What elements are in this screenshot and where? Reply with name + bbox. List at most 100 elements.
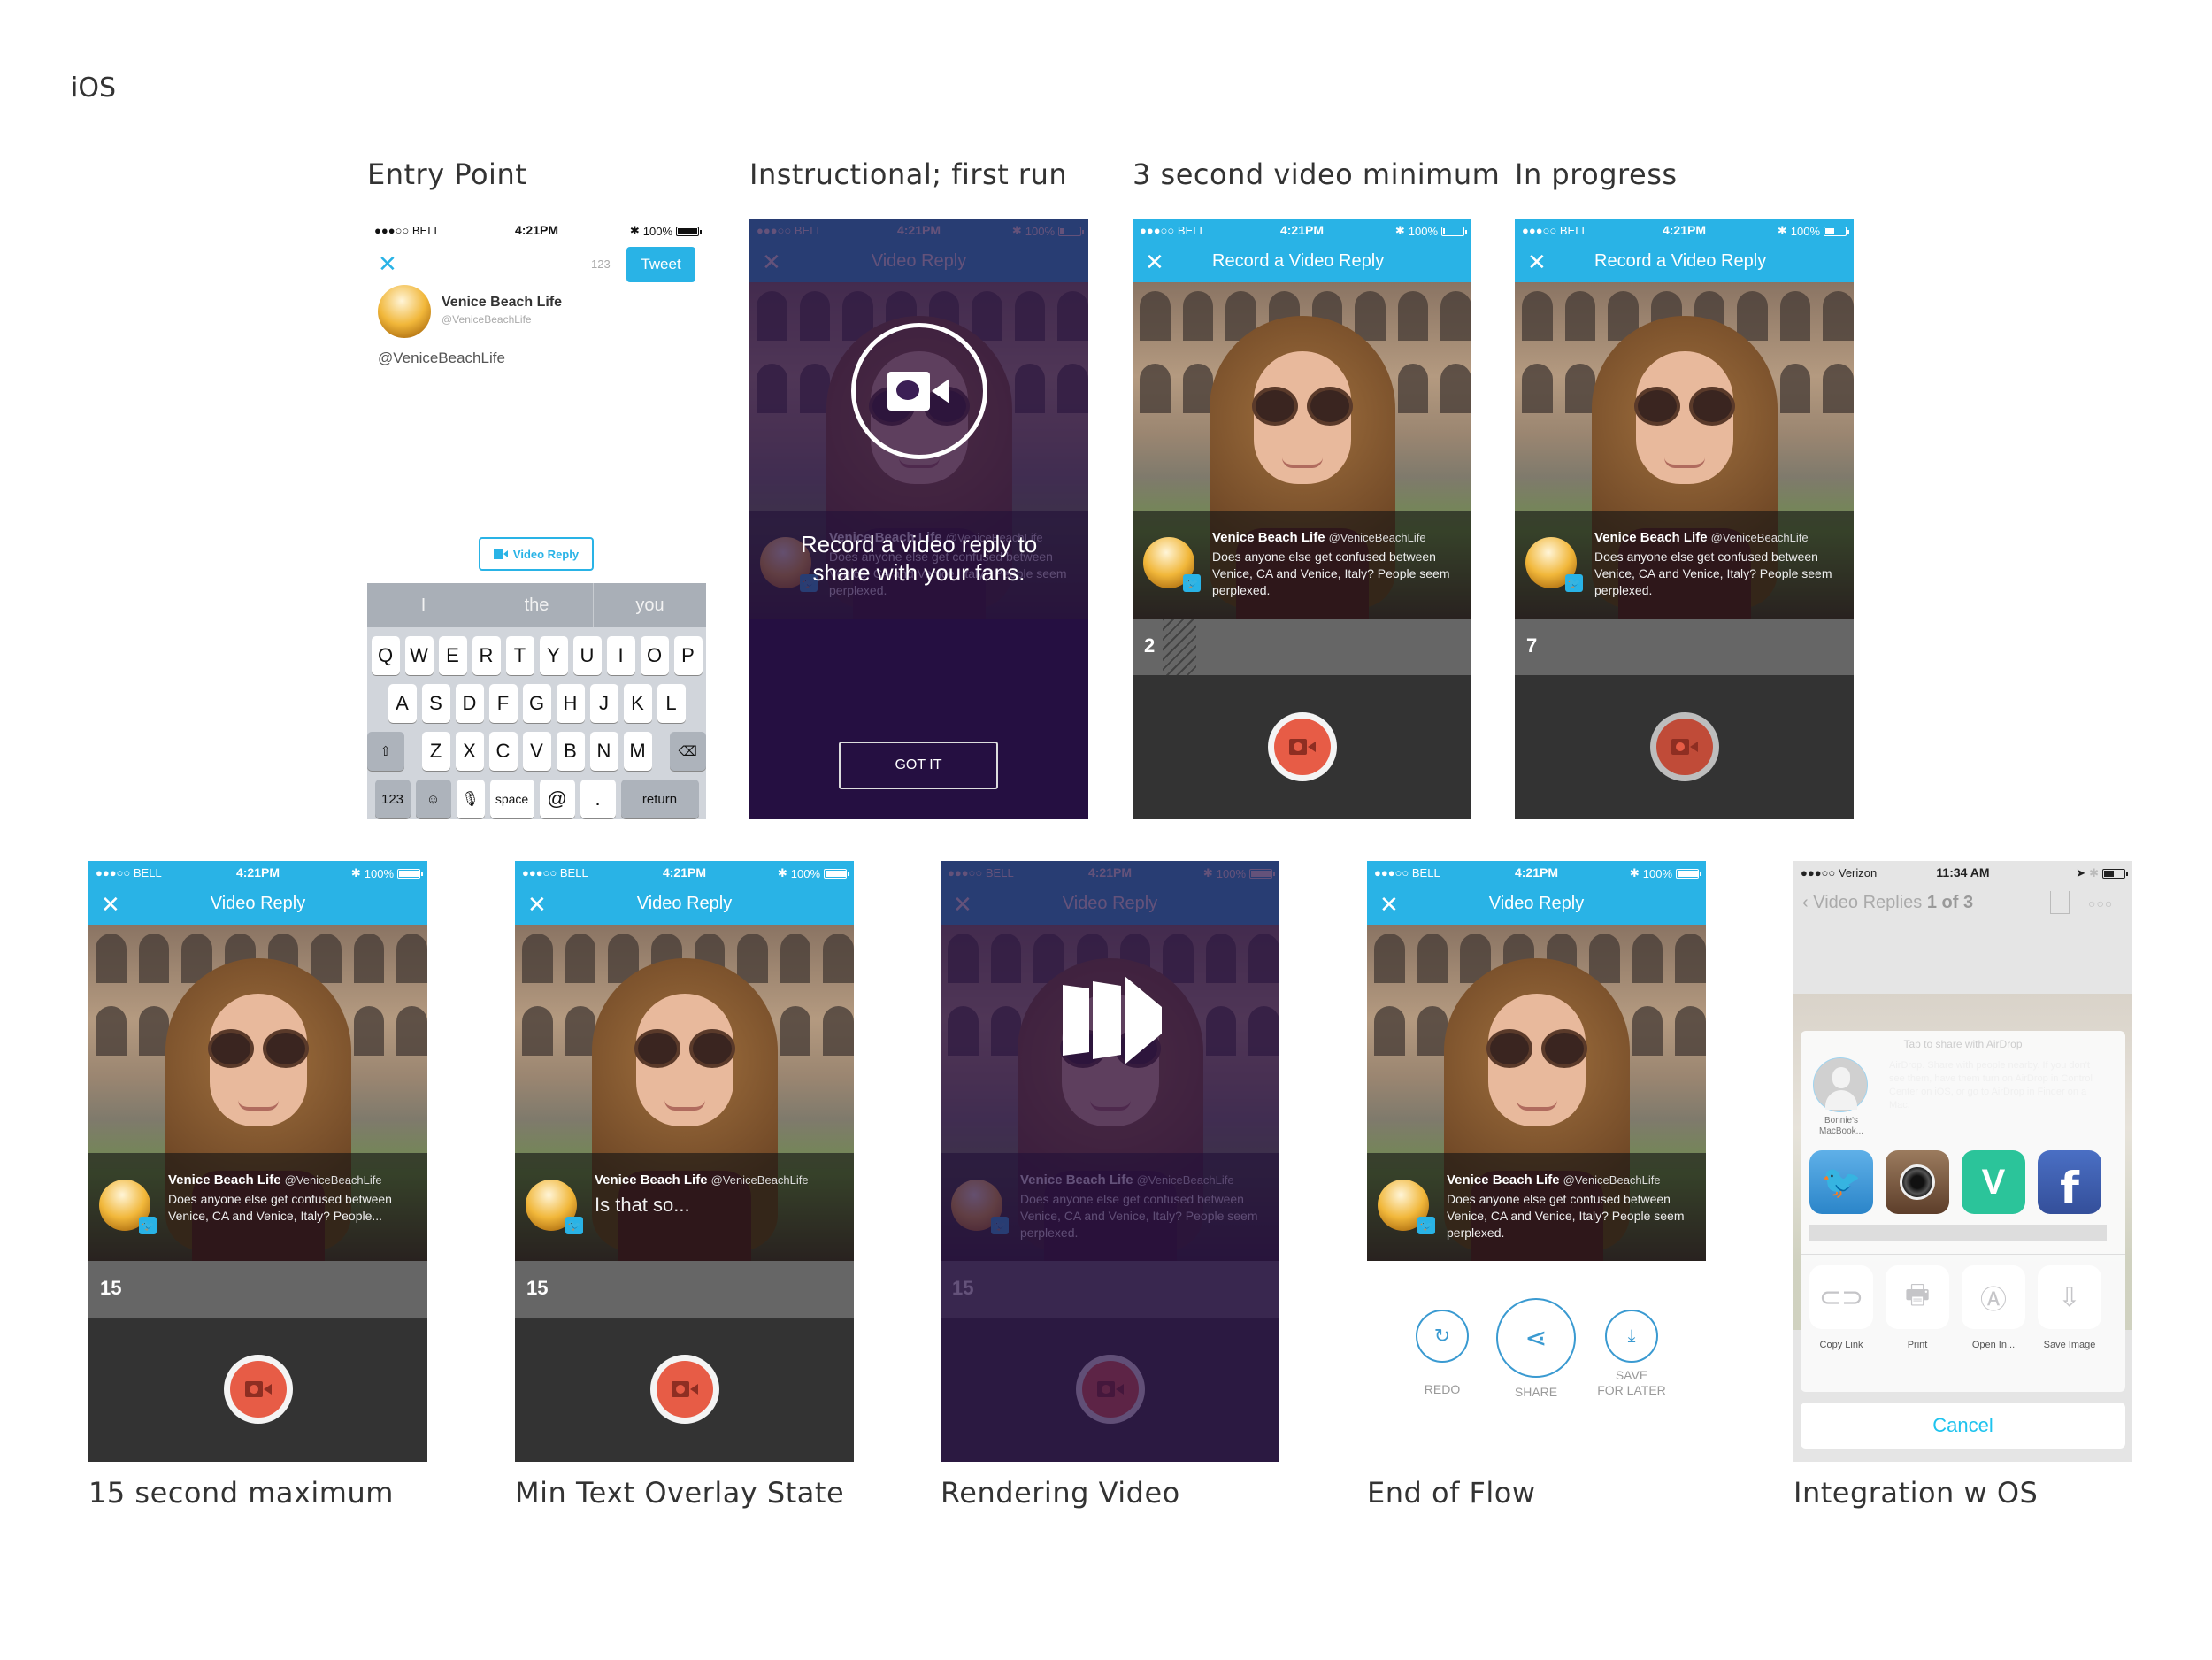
tweet-author-handle: @VeniceBeachLife [1710, 531, 1809, 544]
nav-bar: ●●●○○ BELL 4:21PM ✱100% ✕ Video Reply [1367, 861, 1706, 925]
record-button[interactable] [1649, 712, 1719, 781]
tweet-button[interactable]: Tweet [626, 247, 695, 282]
at-key[interactable]: @ [539, 780, 575, 818]
record-controls [88, 1318, 427, 1462]
letter-key[interactable]: F [488, 684, 518, 723]
video-camera-circle [851, 323, 987, 459]
label-in-progress: In progress [1515, 158, 1678, 191]
share-icon: ⋖ [1496, 1298, 1576, 1378]
status-bar: ●●●○○ BELL 4:21PM ✱100% [1367, 861, 1706, 884]
letter-key[interactable]: S [421, 684, 450, 723]
instagram-app-icon[interactable] [1886, 1150, 1949, 1214]
letter-key[interactable]: Z [421, 732, 450, 771]
tweet-text: Does anyone else get confused between Ve… [1447, 1192, 1685, 1240]
record-button[interactable] [223, 1355, 293, 1424]
keyboard: I the you QWERTYUIOP ASDFGHJKL ⇧ ZXCVBNM… [367, 583, 706, 819]
letter-key[interactable]: A [388, 684, 417, 723]
more-icon[interactable]: ○○○ [2088, 896, 2113, 911]
battery-percent: 100% [790, 866, 820, 880]
airdrop-description: AirDrop. Share with people nearby. If yo… [1889, 1060, 2093, 1111]
suggestion[interactable]: the [480, 583, 594, 627]
instruction-message: Record a video reply to share with your … [800, 531, 1038, 586]
letter-key[interactable]: B [556, 732, 585, 771]
letter-key[interactable]: T [505, 636, 534, 675]
cancel-button[interactable]: Cancel [1801, 1403, 2125, 1449]
seconds-counter: 7 [1526, 634, 1538, 657]
letter-key[interactable]: R [472, 636, 501, 675]
letter-key[interactable]: H [556, 684, 585, 723]
got-it-button[interactable]: GOT IT [839, 742, 998, 789]
nav-bar: ●●●○○ BELL 4:21PM ✱100% ✕ Video Reply [88, 861, 427, 925]
tweet-text: Does anyone else get confused between Ve… [168, 1192, 392, 1223]
nav-bar: ●●●○○ BELL 4:21PM ✱100% ✕ Video Reply [515, 861, 854, 925]
redo-button[interactable]: ↻ REDO [1415, 1310, 1470, 1397]
return-key[interactable]: return [620, 780, 699, 818]
airdrop-contact-name: Bonnie's MacBook... [1818, 1116, 1864, 1136]
share-icon[interactable] [2050, 891, 2070, 914]
recording-progress-bar: 7 [1515, 619, 1854, 675]
letter-key[interactable]: I [606, 636, 635, 675]
twitter-app-icon[interactable]: 🐦 [1809, 1150, 1873, 1214]
letter-key[interactable]: P [673, 636, 703, 675]
letter-key[interactable]: N [589, 732, 618, 771]
suggestion-bar: I the you [367, 583, 706, 627]
dot-key[interactable]: . [580, 780, 616, 818]
copy-link-action[interactable]: ⊂⊃ Copy Link [1809, 1265, 1873, 1350]
video-reply-button[interactable]: Video Reply [479, 537, 594, 571]
nav-bar: ●●●○○ BELL 4:21PM ✱ 100% ✕ Record a Video… [1515, 219, 1854, 282]
save-label: SAVE [1615, 1368, 1648, 1382]
letter-key[interactable]: D [455, 684, 484, 723]
print-action[interactable]: 🖶 Print [1886, 1265, 1949, 1350]
screen-instructional: ●●●○○ BELL 4:21PM ✱100% ✕ Video Reply 🐦 … [749, 219, 1088, 819]
tweet-overlay: 🐦 Venice Beach Life@VeniceBeachLife Does… [1515, 511, 1854, 619]
letter-key[interactable]: W [404, 636, 434, 675]
record-controls [1515, 675, 1854, 819]
save-image-action[interactable]: ⇩ Save Image [2038, 1265, 2101, 1350]
airdrop-contact-avatar[interactable] [1813, 1057, 1868, 1112]
save-for-later-button[interactable]: ⤓ SAVE FOR LATER [1592, 1310, 1671, 1398]
twitter-bird-icon: 🐦 [1565, 574, 1583, 592]
letter-key[interactable]: Q [371, 636, 400, 675]
share-button[interactable]: ⋖ SHARE [1496, 1298, 1576, 1400]
letter-key[interactable]: Y [539, 636, 568, 675]
key-row-4: 123 ☺ 🎙 space @ . return [367, 780, 706, 818]
space-key[interactable]: space [489, 780, 534, 818]
open-in-action[interactable]: Ⓐ Open In... [1962, 1265, 2025, 1350]
letter-key[interactable]: G [522, 684, 551, 723]
action-label: Open In... [1971, 1340, 2016, 1350]
close-icon[interactable]: ✕ [1527, 250, 1547, 273]
delete-key[interactable]: ⌫ [669, 732, 706, 771]
compose-text-field[interactable]: @VeniceBeachLife [378, 350, 505, 367]
letter-key[interactable]: L [657, 684, 686, 723]
letter-key[interactable]: E [438, 636, 467, 675]
video-camera-icon [244, 1381, 272, 1397]
label-maximum: 15 second maximum [88, 1476, 394, 1510]
battery-percent: 100% [1790, 224, 1820, 238]
letter-key[interactable]: V [522, 732, 551, 771]
letter-key[interactable]: O [640, 636, 669, 675]
bluetooth-icon: ✱ [1777, 224, 1787, 237]
letter-key[interactable]: C [488, 732, 518, 771]
shift-key[interactable]: ⇧ [367, 732, 404, 771]
facebook-app-icon[interactable]: f [2038, 1150, 2101, 1214]
letter-key[interactable]: K [623, 684, 652, 723]
close-icon[interactable]: ✕ [378, 250, 397, 278]
suggestion[interactable]: I [367, 583, 480, 627]
record-button[interactable] [649, 1355, 719, 1424]
vine-app-icon[interactable]: V [1962, 1150, 2025, 1214]
action-label: Save Image [2043, 1340, 2096, 1350]
letter-key[interactable]: X [455, 732, 484, 771]
back-button[interactable]: ‹ Video Replies 1 of 3 [1802, 893, 1973, 913]
dictation-key[interactable]: 🎙 [456, 780, 485, 818]
letter-key[interactable]: M [623, 732, 652, 771]
numbers-key[interactable]: 123 [374, 780, 411, 818]
letter-key[interactable]: U [572, 636, 602, 675]
record-button[interactable] [1267, 712, 1337, 781]
suggestion[interactable]: you [594, 583, 706, 627]
platform-title: iOS [71, 73, 116, 104]
close-icon[interactable]: ✕ [1145, 250, 1164, 273]
letter-key[interactable]: J [589, 684, 618, 723]
emoji-key[interactable]: ☺ [415, 780, 451, 818]
bluetooth-icon: ✱ [350, 866, 361, 880]
key-row-3: ⇧ ZXCVBNM ⌫ [367, 732, 706, 771]
